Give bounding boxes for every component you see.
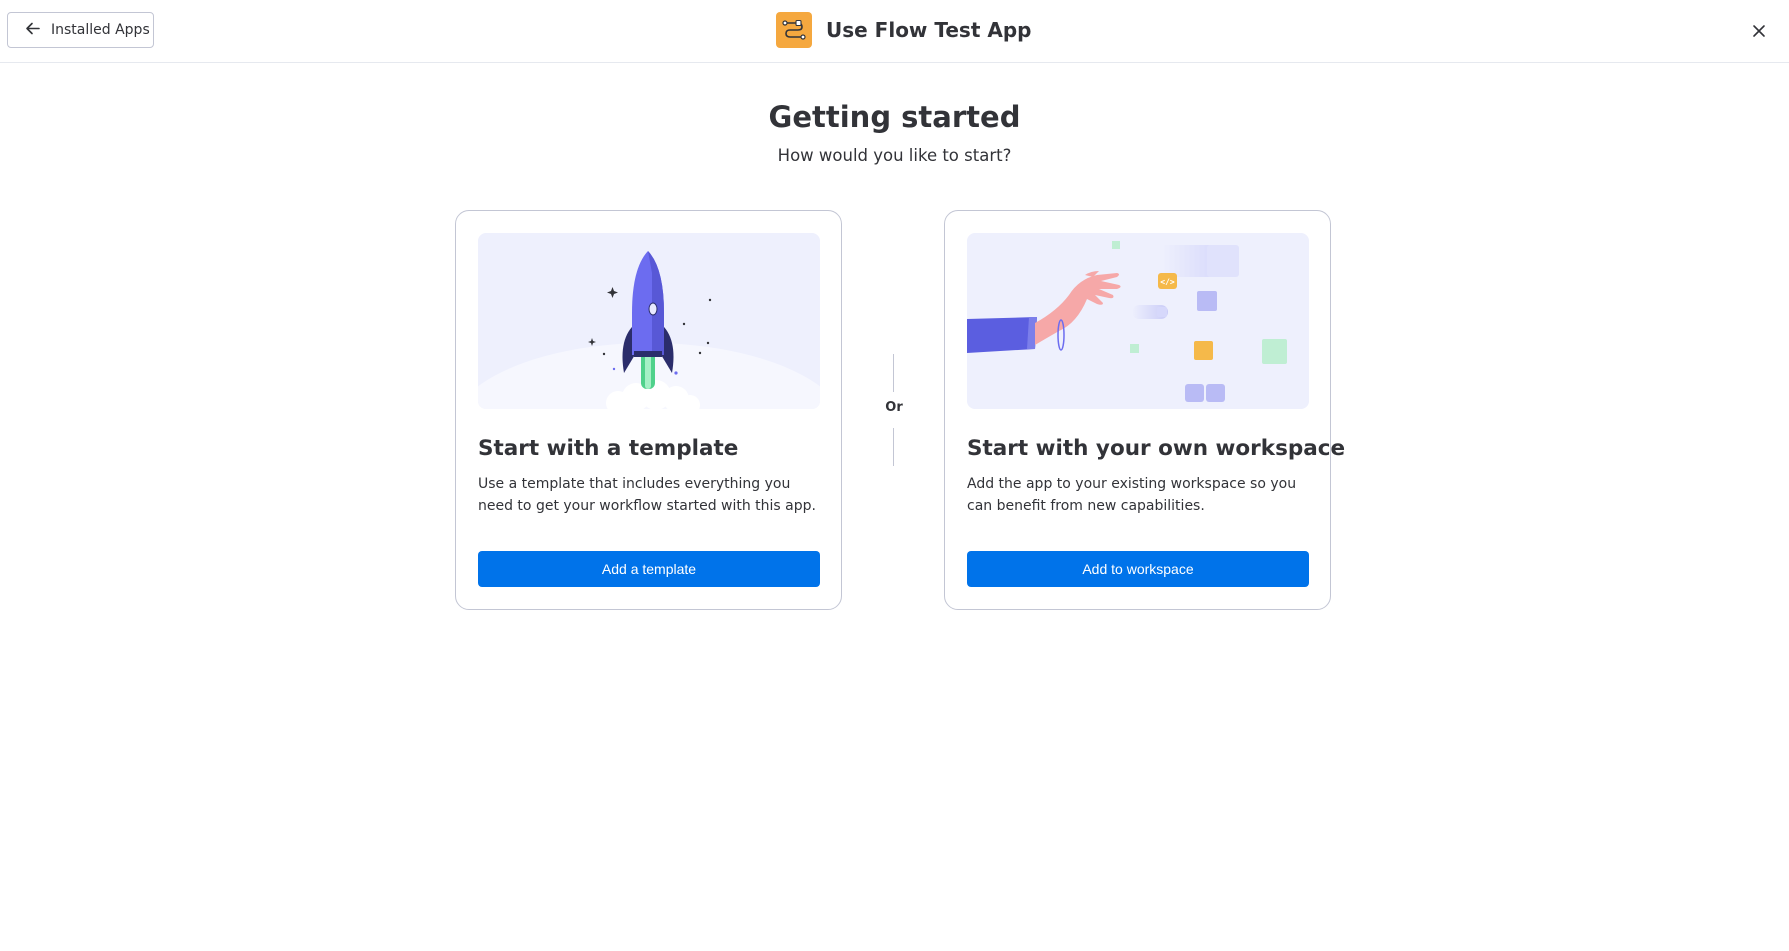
app-title: Use Flow Test App <box>826 18 1032 42</box>
add-template-button[interactable]: Add a template <box>478 551 820 587</box>
divider-line-bottom <box>893 428 894 466</box>
workspace-card-description: Add the app to your existing workspace s… <box>967 476 1297 514</box>
divider-or-label: Or <box>885 400 903 415</box>
template-card-title: Start with a template <box>478 436 739 461</box>
page-title: Getting started <box>768 100 1021 134</box>
arrow-left-icon <box>24 20 41 41</box>
workspace-card-title: Start with your own workspace <box>967 436 1346 461</box>
app-title-group: Use Flow Test App <box>776 11 1031 49</box>
add-to-workspace-button[interactable]: Add to workspace <box>967 551 1309 587</box>
page-subtitle: How would you like to start? <box>777 146 1012 165</box>
hand-workspace-illustration: </> <box>967 233 1309 409</box>
close-icon <box>1753 25 1765 37</box>
flow-app-icon <box>776 12 812 48</box>
close-button[interactable] <box>1748 20 1770 42</box>
back-to-installed-apps-button[interactable]: Installed Apps <box>7 12 154 48</box>
top-bar: Installed Apps Use Flow Test App <box>0 0 1789 63</box>
workspace-option-card: </> Start with your own workspace Add th… <box>944 210 1345 610</box>
divider-line-top <box>893 354 894 392</box>
template-option-card: Start with a template Use a template tha… <box>455 210 842 610</box>
rocket-illustration <box>478 233 820 409</box>
back-button-label: Installed Apps <box>51 22 150 38</box>
svg-text:</>: </> <box>1160 278 1175 287</box>
template-card-description: Use a template that includes everything … <box>478 476 816 514</box>
